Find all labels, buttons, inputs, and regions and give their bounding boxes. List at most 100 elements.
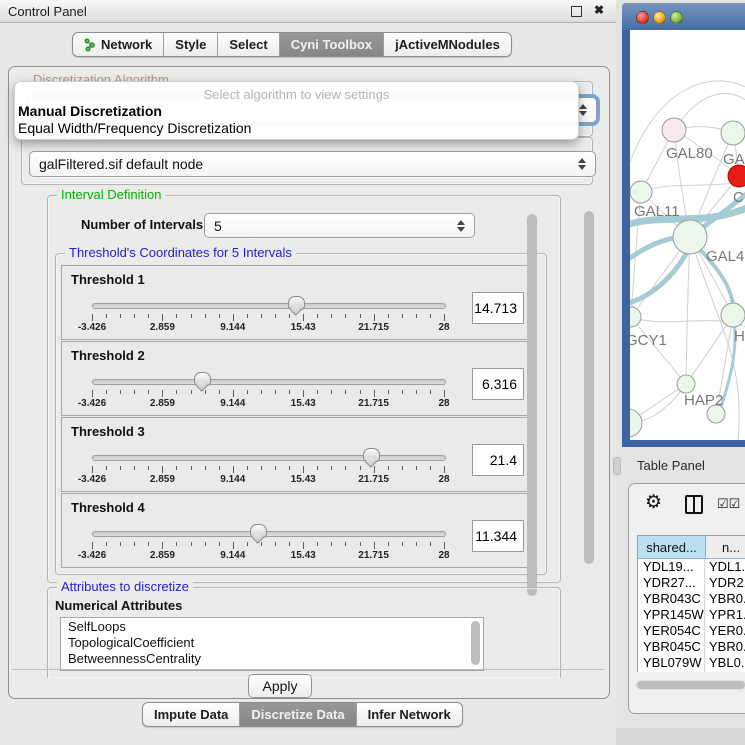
H-node[interactable] bbox=[721, 303, 745, 327]
tab-discretize-data[interactable]: Discretize Data bbox=[240, 703, 356, 726]
cell-shared-name: YLR345W bbox=[638, 671, 705, 672]
cell-name: YBL0... bbox=[705, 655, 745, 671]
tick-mark bbox=[233, 390, 234, 397]
GAL11-node[interactable] bbox=[630, 181, 652, 203]
attribute-item-betweennesscentrality[interactable]: BetweennessCentrality bbox=[61, 650, 483, 666]
tick-mark bbox=[92, 542, 93, 549]
bottom-tab-bar: Impute Data Discretize DataInfer Network bbox=[142, 702, 463, 727]
dropdown-option-manual[interactable]: Manual Discretization bbox=[18, 103, 162, 119]
table-row[interactable]: YBL079WYBL0... bbox=[638, 655, 745, 671]
slider-thumb[interactable] bbox=[194, 372, 211, 386]
table-data-combobox[interactable]: galFiltered.sif default node bbox=[29, 151, 596, 177]
tab-label: Impute Data bbox=[154, 707, 228, 722]
tick-mark bbox=[134, 466, 135, 470]
float-window-icon[interactable] bbox=[571, 6, 582, 17]
tab-select[interactable]: Select bbox=[218, 33, 279, 56]
table-row[interactable]: YLR345WYLR3... bbox=[638, 671, 745, 672]
split-columns-icon[interactable] bbox=[685, 495, 703, 514]
checkboxes-icon[interactable]: ☑☑ bbox=[717, 496, 740, 512]
tick-mark bbox=[120, 390, 121, 394]
tab-infer-network[interactable]: Infer Network bbox=[357, 703, 462, 726]
gear-icon[interactable]: ⚙ bbox=[645, 493, 662, 512]
tab-impute-data[interactable]: Impute Data bbox=[143, 703, 240, 726]
GAL80-node[interactable] bbox=[662, 118, 686, 142]
zoom-traffic-light-icon[interactable] bbox=[670, 11, 683, 24]
panel-vertical-scrollbar[interactable] bbox=[584, 211, 594, 564]
tick-label: 15.43 bbox=[291, 398, 316, 409]
attribute-item-selfloops[interactable]: SelfLoops bbox=[61, 618, 483, 634]
network-canvas[interactable]: GAL80GACGAL11GAL4GCY1HHAP2 bbox=[630, 30, 745, 440]
GCY1-node[interactable] bbox=[630, 307, 641, 327]
table-row[interactable]: YPR145WYPR1... bbox=[638, 607, 745, 623]
table-row[interactable]: YER054CYER0... bbox=[638, 623, 745, 639]
tick-label: 28 bbox=[438, 474, 449, 485]
tick-mark bbox=[416, 466, 417, 470]
screenshot-root: { "window": { "title": "Control Panel" }… bbox=[0, 0, 745, 745]
slider-thumb[interactable] bbox=[250, 524, 267, 538]
minimize-traffic-light-icon[interactable] bbox=[653, 11, 666, 24]
tick-mark bbox=[205, 542, 206, 546]
tick-mark bbox=[303, 390, 304, 397]
close-icon[interactable]: ✖ bbox=[594, 3, 604, 17]
tick-mark bbox=[205, 466, 206, 470]
table-horizontal-scrollbar-track[interactable] bbox=[635, 680, 745, 690]
slider-thumb[interactable] bbox=[363, 448, 380, 462]
splitter-grip[interactable] bbox=[613, 457, 621, 475]
number-of-intervals-combobox[interactable]: 5 bbox=[204, 213, 475, 238]
top-tab-bar: NetworkStyleSelectCyni ToolboxjActiveMNo… bbox=[72, 32, 512, 57]
top-right-node[interactable] bbox=[721, 121, 745, 145]
tick-label: 21.715 bbox=[358, 550, 389, 561]
column-header-name[interactable]: n... bbox=[706, 536, 745, 558]
tab-network[interactable]: Network bbox=[73, 33, 164, 56]
tab-jactivemnodules[interactable]: jActiveMNodules bbox=[384, 33, 511, 56]
table-row[interactable]: YBR045CYBR0... bbox=[638, 639, 745, 655]
cell-name: YPR1... bbox=[705, 607, 745, 623]
slider-track[interactable] bbox=[92, 303, 446, 309]
close-traffic-light-icon[interactable] bbox=[636, 11, 649, 24]
tick-mark bbox=[176, 314, 177, 318]
GAL4-node[interactable] bbox=[673, 220, 707, 254]
table-horizontal-scrollbar-thumb[interactable] bbox=[637, 681, 745, 689]
table-row[interactable]: YBR043CYBR0... bbox=[638, 591, 745, 607]
partial-node-bl[interactable] bbox=[630, 409, 642, 437]
tick-mark bbox=[148, 314, 149, 318]
tick-mark bbox=[247, 466, 248, 470]
threshold-list: Threshold 1-3.4262.8599.14415.4321.71528… bbox=[61, 265, 529, 569]
HAP2-node[interactable] bbox=[677, 375, 695, 393]
tab-cyni-toolbox[interactable]: Cyni Toolbox bbox=[280, 33, 384, 56]
inner-vertical-scrollbar[interactable] bbox=[527, 214, 537, 596]
table-row[interactable]: YDR27...YDR2... bbox=[638, 575, 745, 591]
tick-label: 2.859 bbox=[150, 322, 175, 333]
tab-style[interactable]: Style bbox=[164, 33, 218, 56]
table-row[interactable]: YDL19...YDL1... bbox=[638, 559, 745, 575]
threshold-value-field[interactable]: 11.344 bbox=[472, 520, 524, 552]
column-header-shared-name[interactable]: shared... bbox=[638, 536, 706, 558]
selected-red-node[interactable] bbox=[728, 165, 745, 187]
threshold-value-field[interactable]: 6.316 bbox=[472, 368, 524, 400]
threshold-value-field[interactable]: 21.4 bbox=[472, 444, 524, 476]
attribute-item-topologicalcoefficient[interactable]: TopologicalCoefficient bbox=[61, 634, 483, 650]
slider-track[interactable] bbox=[92, 455, 446, 461]
slider-thumb[interactable] bbox=[288, 296, 305, 310]
apply-button[interactable]: Apply bbox=[248, 674, 312, 698]
dropdown-option-equal-width[interactable]: Equal Width/Frequency Discretization bbox=[18, 120, 251, 136]
tick-label: 9.144 bbox=[220, 322, 245, 333]
tick-label: 15.43 bbox=[291, 474, 316, 485]
tick-mark bbox=[317, 390, 318, 394]
tick-mark bbox=[233, 542, 234, 549]
tick-mark bbox=[317, 542, 318, 546]
slider-track[interactable] bbox=[92, 379, 446, 385]
node-label-c: C bbox=[733, 189, 744, 206]
network-edge[interactable] bbox=[686, 237, 690, 384]
network-edge[interactable] bbox=[631, 317, 686, 384]
attributes-list-scrollbar[interactable] bbox=[471, 621, 480, 665]
tick-mark bbox=[444, 314, 445, 321]
threshold-cell-4: Threshold 4-3.4262.8599.14415.4321.71528… bbox=[61, 493, 529, 568]
apply-button-label: Apply bbox=[262, 678, 297, 694]
cell-name: YER0... bbox=[705, 623, 745, 639]
slider-track[interactable] bbox=[92, 531, 446, 537]
tick-mark bbox=[317, 466, 318, 470]
numerical-attributes-list[interactable]: SelfLoopsTopologicalCoefficientBetweenne… bbox=[60, 617, 484, 671]
threshold-value-field[interactable]: 14.713 bbox=[472, 292, 524, 324]
network-edge[interactable] bbox=[686, 315, 733, 384]
